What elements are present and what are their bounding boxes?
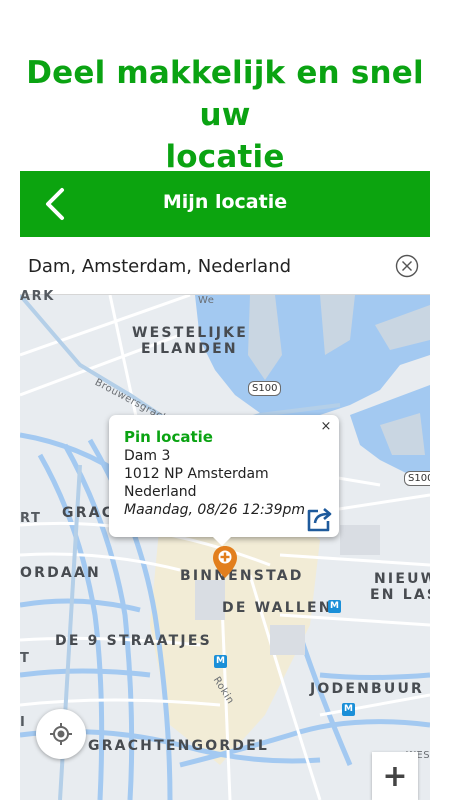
promo-line-1: Deel makkelijk en snel uw (26, 55, 424, 133)
promo-heading: Deel makkelijk en snel uw locatie (0, 52, 450, 178)
map-label-de-9-straatjes: DE 9 STRAATJES (55, 633, 212, 649)
map-label-jordaan: ORDAAN (20, 565, 101, 581)
search-bar (20, 237, 430, 295)
popup-country: Nederland (124, 484, 197, 500)
map-label-binnenstad: BINNENSTAD (180, 568, 304, 584)
pin-info-popup[interactable]: Pin locatie Dam 3 1012 NP Amsterdam Nede… (109, 415, 339, 546)
map-label-jodenbuurt: JODENBUUR (310, 681, 424, 697)
metro-icon: M (328, 600, 341, 613)
share-button[interactable] (304, 503, 334, 533)
map-label-eilanden: EILANDEN (141, 341, 238, 357)
popup-street: Dam 3 (124, 448, 171, 464)
popup-title: Pin locatie (124, 428, 213, 446)
map-view[interactable]: ARK We WESTELIJKE EILANDEN Brouwersgrach… (20, 289, 430, 800)
app-bar-title: Mijn locatie (162, 191, 288, 213)
phone-screen: Mijn locatie Dam, Amsterdam, Nederland A… (20, 171, 430, 800)
app-bar: Mijn locatie (20, 171, 430, 237)
my-location-button[interactable] (36, 709, 86, 759)
map-label-grachtengordel: GRACHTENGORDEL (88, 738, 270, 754)
close-popup-button[interactable]: × (319, 420, 333, 434)
map-label-i: I (20, 715, 27, 730)
road-shield-2: S100 (404, 471, 430, 486)
zoom-in-button[interactable]: + (372, 752, 418, 800)
map-label-westelijke: WESTELIJKE (132, 325, 248, 341)
popup-city: 1012 NP Amsterdam (124, 466, 269, 482)
share-icon (307, 508, 332, 532)
clear-circle-icon (395, 254, 419, 278)
map-label-we: We (198, 295, 215, 306)
map-label-rt: RT (20, 511, 42, 526)
map-label-de-wallen: DE WALLEN (222, 600, 333, 616)
crosshair-icon (50, 723, 72, 745)
map-pin-marker[interactable] (212, 545, 238, 579)
metro-icon: M (342, 703, 355, 716)
clear-search-button[interactable] (395, 254, 419, 278)
location-search-input[interactable] (20, 237, 380, 295)
map-label-nieuwmarkt-1: NIEUWM (374, 571, 430, 587)
road-shield-1: S100 (248, 381, 282, 396)
metro-icon: M (214, 655, 227, 668)
location-pin-icon (213, 546, 237, 578)
map-label-nieuwmarkt-2: EN LAST (370, 587, 430, 603)
map-label-t: T (20, 651, 31, 666)
map-label-ark: ARK (20, 289, 55, 304)
